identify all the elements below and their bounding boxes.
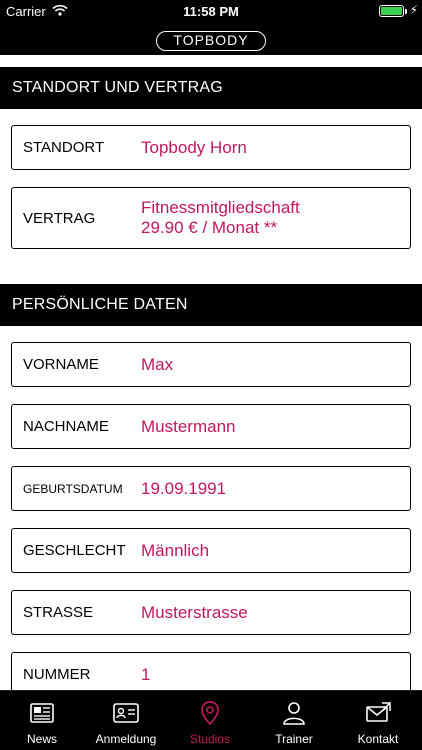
field-label: NUMMER xyxy=(23,666,91,683)
tab-label: Trainer xyxy=(275,732,313,746)
tab-label: Anmeldung xyxy=(95,732,157,746)
clock: 11:58 PM xyxy=(183,4,239,19)
field-label: STANDORT xyxy=(23,139,105,156)
tab-kontakt[interactable]: Kontakt xyxy=(336,691,420,750)
field-label: NACHNAME xyxy=(23,418,109,435)
tab-label: Kontakt xyxy=(357,732,399,746)
field-nachname[interactable]: NACHNAME Mustermann xyxy=(11,404,411,449)
field-value: Topbody Horn xyxy=(141,137,247,157)
newspaper-icon xyxy=(30,703,54,723)
registration-form[interactable]: STANDORT UND VERTRAG STANDORT Topbody Ho… xyxy=(0,55,422,690)
battery-tip xyxy=(405,9,407,14)
tab-label: News xyxy=(26,732,57,746)
field-geschlecht[interactable]: GESCHLECHT Männlich xyxy=(11,528,411,573)
field-label: VORNAME xyxy=(23,356,99,373)
field-value: Männlich xyxy=(141,540,210,560)
field-value: Musterstrasse xyxy=(141,602,248,622)
tab-anmeldung[interactable]: Anmeldung xyxy=(84,691,168,750)
charging-icon: ⚡ xyxy=(409,3,418,17)
tab-label: Studios xyxy=(189,732,231,746)
vertrag-name: Fitnessmitgliedschaft xyxy=(141,198,300,217)
field-value: Fitnessmitgliedschaft 29.90 € / Monat ** xyxy=(141,188,300,248)
tab-news[interactable]: News xyxy=(0,691,84,750)
field-strasse[interactable]: STRASSE Musterstrasse xyxy=(11,590,411,635)
field-value: Max xyxy=(141,354,174,374)
field-standort[interactable]: STANDORT Topbody Horn xyxy=(11,125,411,170)
status-bar: Carrier 11:58 PM ⚡ xyxy=(0,0,422,22)
field-label: GEBURTSDATUM xyxy=(23,481,123,496)
map-pin-icon xyxy=(201,701,219,726)
tab-bar: News Anmeldung Studios Trainer Kontakt xyxy=(0,690,422,750)
section-header-standort: STANDORT UND VERTRAG xyxy=(0,67,422,109)
field-value: 19.09.1991 xyxy=(141,478,227,498)
field-label: STRASSE xyxy=(23,604,94,621)
section-header-persoenlich: PERSÖNLICHE DATEN xyxy=(0,284,422,326)
tab-studios[interactable]: Studios xyxy=(168,691,252,750)
field-value: 1 xyxy=(141,664,151,684)
field-label: GESCHLECHT xyxy=(23,542,126,559)
field-geburtsdatum[interactable]: GEBURTSDATUM 19.09.1991 xyxy=(11,466,411,511)
person-icon xyxy=(283,702,305,725)
field-nummer[interactable]: NUMMER 1 xyxy=(11,652,411,690)
nav-bar: TOPBODY xyxy=(0,22,422,55)
field-vorname[interactable]: VORNAME Max xyxy=(11,342,411,387)
vertrag-price: 29.90 € / Monat ** xyxy=(141,218,278,237)
battery-icon xyxy=(379,5,404,17)
field-value: Mustermann xyxy=(141,416,236,436)
field-vertrag[interactable]: VERTRAG Fitnessmitgliedschaft 29.90 € / … xyxy=(11,187,411,249)
topbody-logo: TOPBODY xyxy=(156,31,266,51)
tab-trainer[interactable]: Trainer xyxy=(252,691,336,750)
field-label: VERTRAG xyxy=(23,209,96,227)
mail-icon xyxy=(366,702,391,722)
id-card-icon xyxy=(113,703,139,723)
